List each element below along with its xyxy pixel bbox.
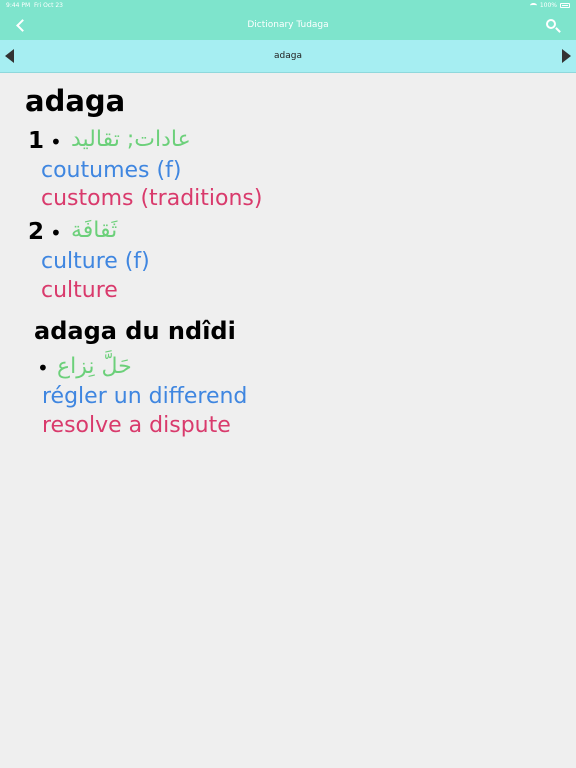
sense-arabic: عادات; تقاليد [71,127,191,152]
battery-icon [560,3,570,8]
phrase-bullet: • [37,356,49,380]
entry-content: adaga 1 • عادات; تقاليد coutumes (f) cus… [0,74,576,768]
sense-bullet: • [50,221,62,245]
phrase-title: adaga du ndîdi [34,317,236,345]
phrase-arabic: حَلَّ نِزاع [57,354,132,379]
entry-navigation-bar: adaga [0,40,576,73]
headword: adaga [25,84,126,118]
battery-percent: 100% [539,2,557,9]
navigation-bar: Dictionary Tudaga [0,12,576,40]
status-time: 9:44 PM [6,2,31,9]
sense-number: 2 [28,219,45,245]
nav-title: Dictionary Tudaga [247,20,329,30]
status-right: 100% [529,2,570,9]
status-date: Fri Oct 23 [34,2,63,9]
sense-french: culture (f) [41,249,150,274]
sense-bullet: • [50,130,62,154]
wifi-icon [529,3,537,8]
next-entry-button[interactable] [562,49,571,63]
search-icon-handle [555,27,561,33]
sense-english: culture [41,278,118,303]
sense-arabic: ثَقافَة [71,218,118,243]
phrase-french: régler un differend [42,384,248,409]
search-button[interactable] [544,17,562,35]
status-bar: 9:44 PM Fri Oct 23 100% [0,0,576,12]
current-entry-title: adaga [274,51,302,61]
sense-number: 1 [28,128,45,154]
phrase-english: resolve a dispute [42,413,231,438]
sense-french: coutumes (f) [41,158,182,183]
status-time-date: 9:44 PM Fri Oct 23 [6,2,63,9]
sense-english: customs (traditions) [41,186,263,211]
